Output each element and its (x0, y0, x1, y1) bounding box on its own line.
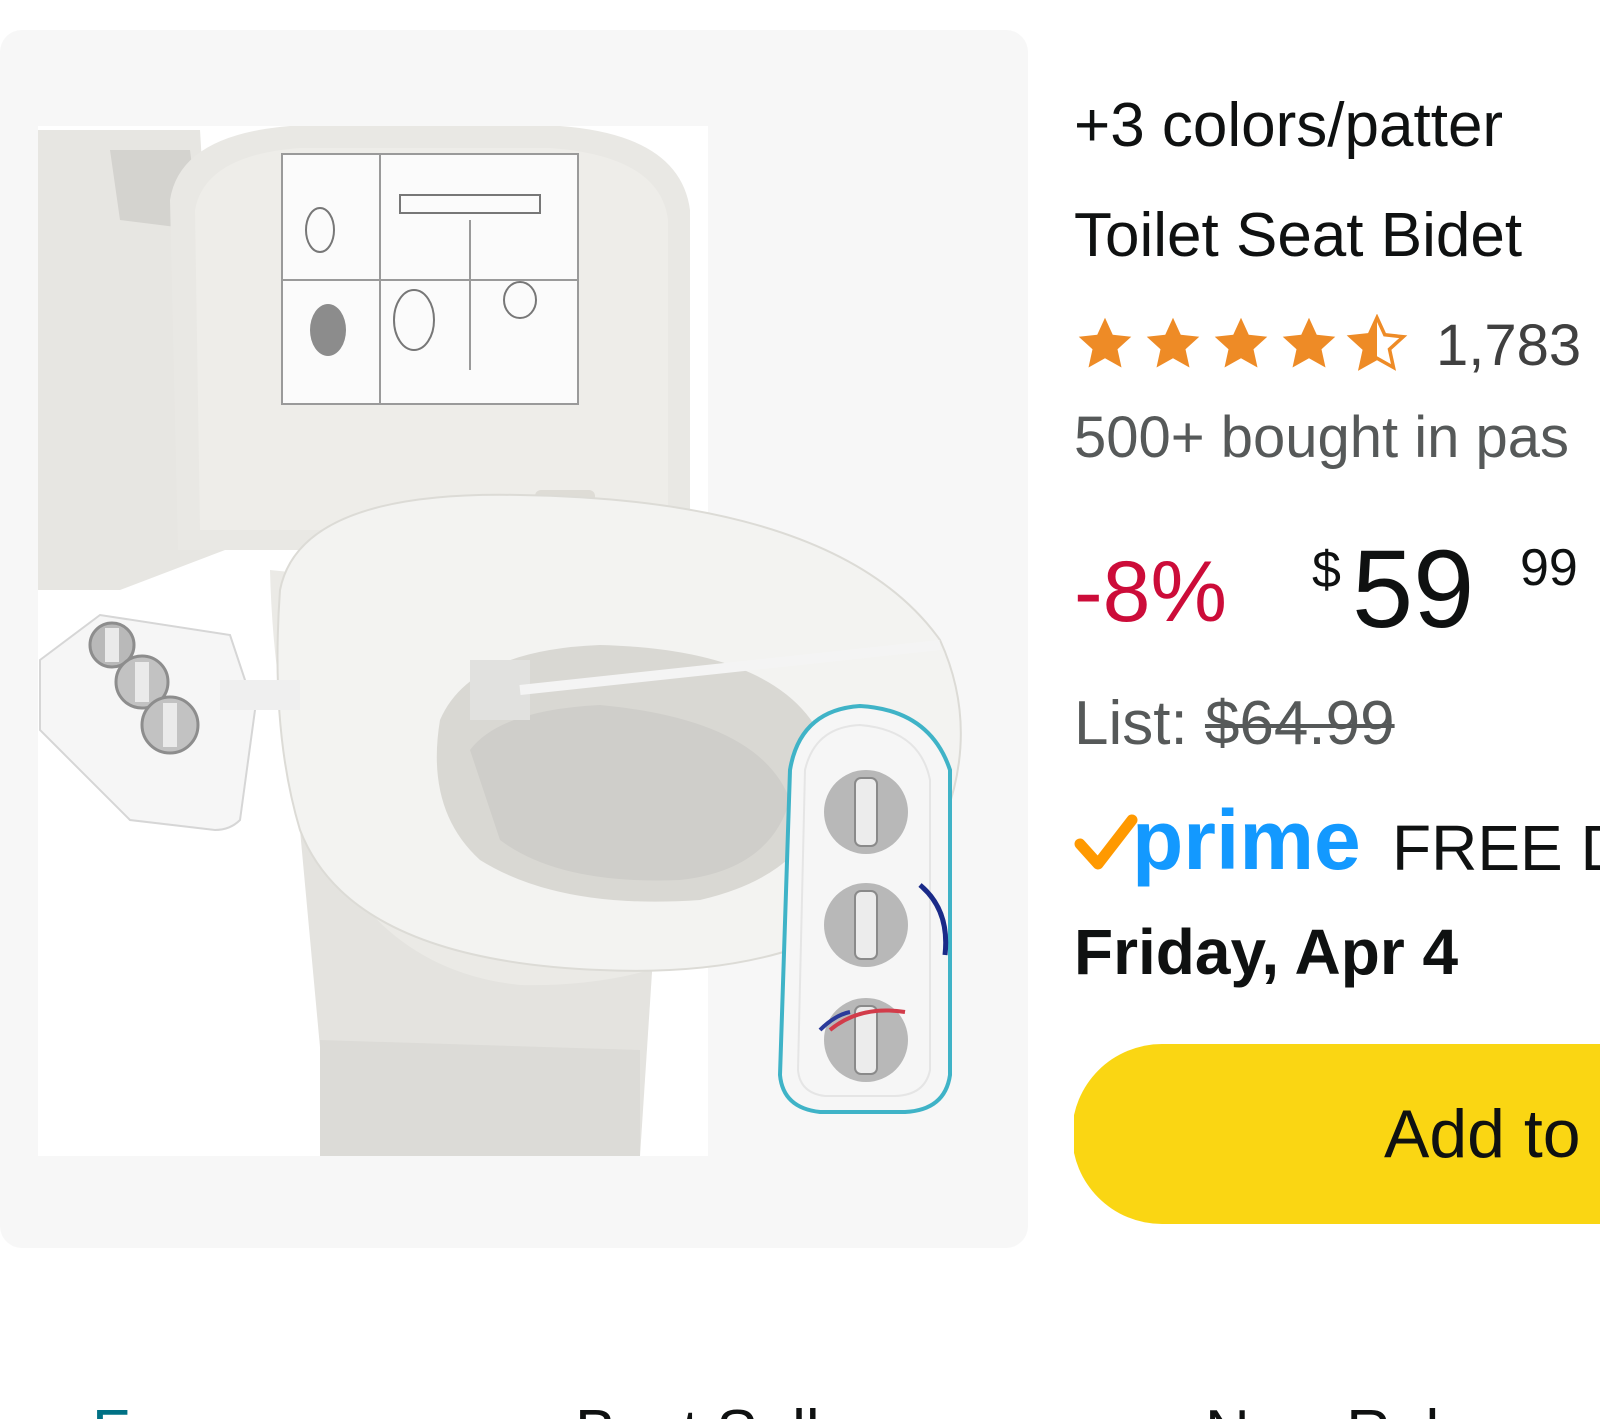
product-info: +3 colors/patter Toilet Seat Bidet 1,783… (1074, 0, 1600, 1260)
star-full-icon (1078, 317, 1132, 368)
star-rating (1074, 314, 1410, 374)
list-label: List: (1074, 689, 1188, 758)
color-variants-link[interactable]: +3 colors/patter (1074, 88, 1503, 164)
add-to-cart-button[interactable]: Add to (1074, 1044, 1600, 1224)
free-delivery-text: FREE D (1392, 812, 1600, 884)
list-price: $64.99 (1204, 689, 1395, 758)
product-card[interactable]: +3 colors/patter Toilet Seat Bidet 1,783… (0, 0, 1600, 1260)
product-image[interactable] (0, 30, 1028, 1248)
price-whole: 59 (1352, 528, 1475, 651)
tab-featured[interactable]: F (92, 1395, 130, 1419)
prime-logo: prime (1132, 793, 1361, 887)
price-symbol: $ (1312, 541, 1341, 599)
category-tabs: F Best Sell New Rel (0, 1395, 1600, 1419)
prime-check-icon (1074, 814, 1138, 870)
add-to-cart-label: Add to (1384, 1096, 1581, 1172)
price-fraction: 99 (1520, 539, 1578, 597)
toilet-bidet-illustration (38, 126, 962, 1156)
product-title[interactable]: Toilet Seat Bidet (1074, 198, 1522, 274)
star-full-icon (1214, 317, 1268, 368)
star-full-icon (1146, 317, 1200, 368)
bought-count: 500+ bought in pas (1074, 405, 1570, 470)
rating-count[interactable]: 1,783 (1436, 308, 1581, 384)
discount-badge: -8% (1074, 544, 1227, 640)
tab-best-sellers[interactable]: Best Sell (575, 1395, 820, 1419)
list-price-row: List: $64.99 (1074, 686, 1395, 762)
tab-new-releases[interactable]: New Rel (1205, 1395, 1439, 1419)
delivery-date: Friday, Apr 4 (1074, 916, 1459, 988)
star-half-icon (1346, 314, 1408, 371)
star-full-icon (1282, 317, 1336, 368)
